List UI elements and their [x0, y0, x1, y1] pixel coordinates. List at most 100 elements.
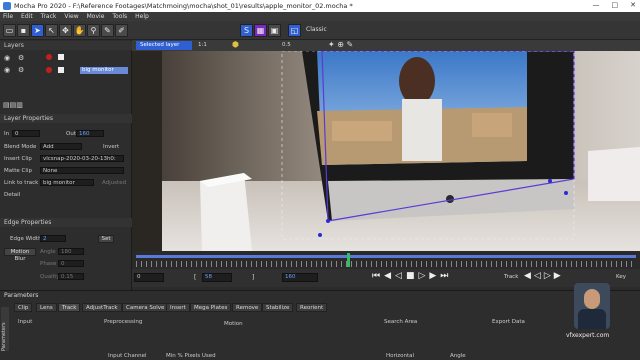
phase-field[interactable]: 0: [58, 260, 84, 267]
tab-track[interactable]: Track: [58, 303, 81, 312]
bspline-icon[interactable]: ✐: [115, 24, 128, 37]
grid-icon[interactable]: ▦: [254, 24, 267, 37]
corner-handle: [318, 233, 322, 237]
search-area-header: Search Area: [384, 319, 418, 325]
magnet-icon[interactable]: ✥: [59, 24, 72, 37]
viewer-canvas: [132, 51, 640, 251]
tab-insert[interactable]: Insert: [166, 303, 190, 312]
close-icon[interactable]: ✕: [630, 1, 636, 9]
tab-stabilize[interactable]: Stabilize: [262, 303, 294, 312]
open-icon[interactable]: ▭: [3, 24, 16, 37]
menu-view[interactable]: View: [64, 13, 78, 20]
select-points-icon[interactable]: ↖: [45, 24, 58, 37]
angle-field[interactable]: 180: [58, 248, 84, 255]
transport-bar: 0 [ 58 ] 160 ⏮◀◁■▷▶⏭ Track ◀◁▷▶ Key: [132, 269, 640, 287]
menu-bar: File Edit Track View Movie Tools Help: [0, 12, 640, 21]
view-mode-select[interactable]: Classic: [306, 26, 327, 33]
quality-field[interactable]: 0.15: [58, 273, 84, 280]
zoom-icon[interactable]: ⚲: [87, 24, 100, 37]
in-point-field[interactable]: 58: [202, 273, 232, 282]
maximize-icon[interactable]: □: [612, 1, 619, 9]
blend-mode-select[interactable]: Add: [40, 143, 82, 150]
tab-clip[interactable]: Clip: [14, 303, 33, 312]
in-field[interactable]: 0: [12, 130, 40, 137]
window-title: Mocha Pro 2020 - F:\Reference Footages\M…: [14, 2, 353, 10]
edge-width-label: Edge Width: [10, 236, 42, 242]
angle-label: Angle: [450, 353, 466, 359]
adjusted-checkbox[interactable]: Adjusted: [102, 180, 126, 186]
matte-clip-label: Matte Clip: [4, 168, 32, 174]
select-tool-icon[interactable]: ➤: [31, 24, 44, 37]
matte-clip-select[interactable]: None: [40, 167, 124, 174]
tab-remove[interactable]: Remove: [232, 303, 263, 312]
menu-tools[interactable]: Tools: [112, 13, 127, 20]
eye-icon[interactable]: ◉: [4, 54, 10, 62]
gear-icon[interactable]: ⚙: [18, 54, 24, 62]
stabilize-view-icon[interactable]: ◱: [288, 24, 301, 37]
apple-logo-icon: [446, 195, 454, 203]
motion-blur-button[interactable]: Motion Blur: [4, 248, 36, 262]
layer-item-big-monitor[interactable]: big monitor: [80, 67, 128, 74]
actor-head: [399, 57, 435, 105]
corner-handle: [548, 179, 552, 183]
set-button[interactable]: Set: [98, 235, 114, 243]
menu-file[interactable]: File: [3, 13, 13, 20]
zoom-select[interactable]: 1:1: [198, 42, 207, 48]
gear-icon[interactable]: ⚙: [18, 66, 24, 74]
edge-properties-title: Edge Properties: [0, 218, 132, 227]
layer-selector[interactable]: Selected layer: [136, 41, 192, 50]
presenter-avatar: [574, 283, 610, 329]
tab-lens[interactable]: Lens: [36, 303, 57, 312]
horizontal-label: Horizontal: [386, 353, 415, 359]
track-controls[interactable]: ◀◁▷▶: [524, 271, 564, 281]
xspline-icon[interactable]: ✎: [101, 24, 114, 37]
color-channels-icon[interactable]: ⬢: [232, 40, 239, 49]
record-icon[interactable]: [46, 54, 52, 60]
menu-track[interactable]: Track: [41, 13, 57, 20]
in-label: In: [4, 131, 10, 137]
insert-icon[interactable]: ▣: [268, 24, 281, 37]
shape-tools-icon[interactable]: ✦ ⊕ ✎: [328, 40, 353, 49]
edge-width-field[interactable]: 2: [40, 235, 66, 242]
timeline[interactable]: [132, 251, 640, 269]
tab-reorient[interactable]: Reorient: [296, 303, 328, 312]
opacity-field[interactable]: 0.5: [282, 42, 291, 48]
tab-adjusttrack[interactable]: AdjustTrack: [82, 303, 122, 312]
export-data-header: Export Data: [492, 319, 525, 325]
layer-color-swatch[interactable]: [58, 67, 64, 73]
add-layer-icon[interactable]: ▤▤▥: [3, 101, 23, 109]
link-to-track-select[interactable]: big monitor: [40, 179, 94, 186]
eye-icon[interactable]: ◉: [4, 66, 10, 74]
white-box-right: [588, 147, 640, 201]
corner-handle: [564, 191, 568, 195]
hand-icon[interactable]: ✋: [73, 24, 86, 37]
app-icon: [3, 2, 11, 10]
menu-movie[interactable]: Movie: [87, 13, 105, 20]
out-point-field[interactable]: 160: [282, 273, 318, 282]
current-frame-field[interactable]: 0: [134, 273, 164, 282]
timeline-range-bar[interactable]: [136, 255, 636, 258]
side-tab-parameters[interactable]: Parameters: [1, 307, 9, 351]
insert-clip-select[interactable]: vlcsnap-2020-03-20-13h0:: [40, 155, 124, 162]
angle-label: Angle: [40, 249, 56, 255]
playback-controls[interactable]: ⏮◀◁■▷▶⏭: [372, 271, 452, 281]
link-to-track-label: Link to track: [4, 180, 39, 186]
playhead[interactable]: [347, 253, 350, 267]
menu-help[interactable]: Help: [135, 13, 149, 20]
out-label: Out: [66, 131, 76, 137]
surface-icon[interactable]: S: [240, 24, 253, 37]
menu-edit[interactable]: Edit: [21, 13, 33, 20]
tab-camera-solve[interactable]: Camera Solve: [122, 303, 169, 312]
corner-handle: [326, 219, 330, 223]
invert-checkbox[interactable]: Invert: [103, 144, 119, 150]
input-channel-label: Input Channel: [108, 353, 147, 359]
viewer[interactable]: [132, 51, 640, 251]
layer-color-swatch[interactable]: [58, 54, 64, 60]
save-icon[interactable]: ▪: [17, 24, 30, 37]
tab-mega-plates[interactable]: Mega Plates: [190, 303, 232, 312]
preprocessing-header: Preprocessing: [104, 319, 143, 325]
record-icon[interactable]: [46, 67, 52, 73]
minimize-icon[interactable]: —: [593, 1, 600, 9]
out-field[interactable]: 160: [76, 130, 104, 137]
input-header: Input: [18, 319, 33, 325]
